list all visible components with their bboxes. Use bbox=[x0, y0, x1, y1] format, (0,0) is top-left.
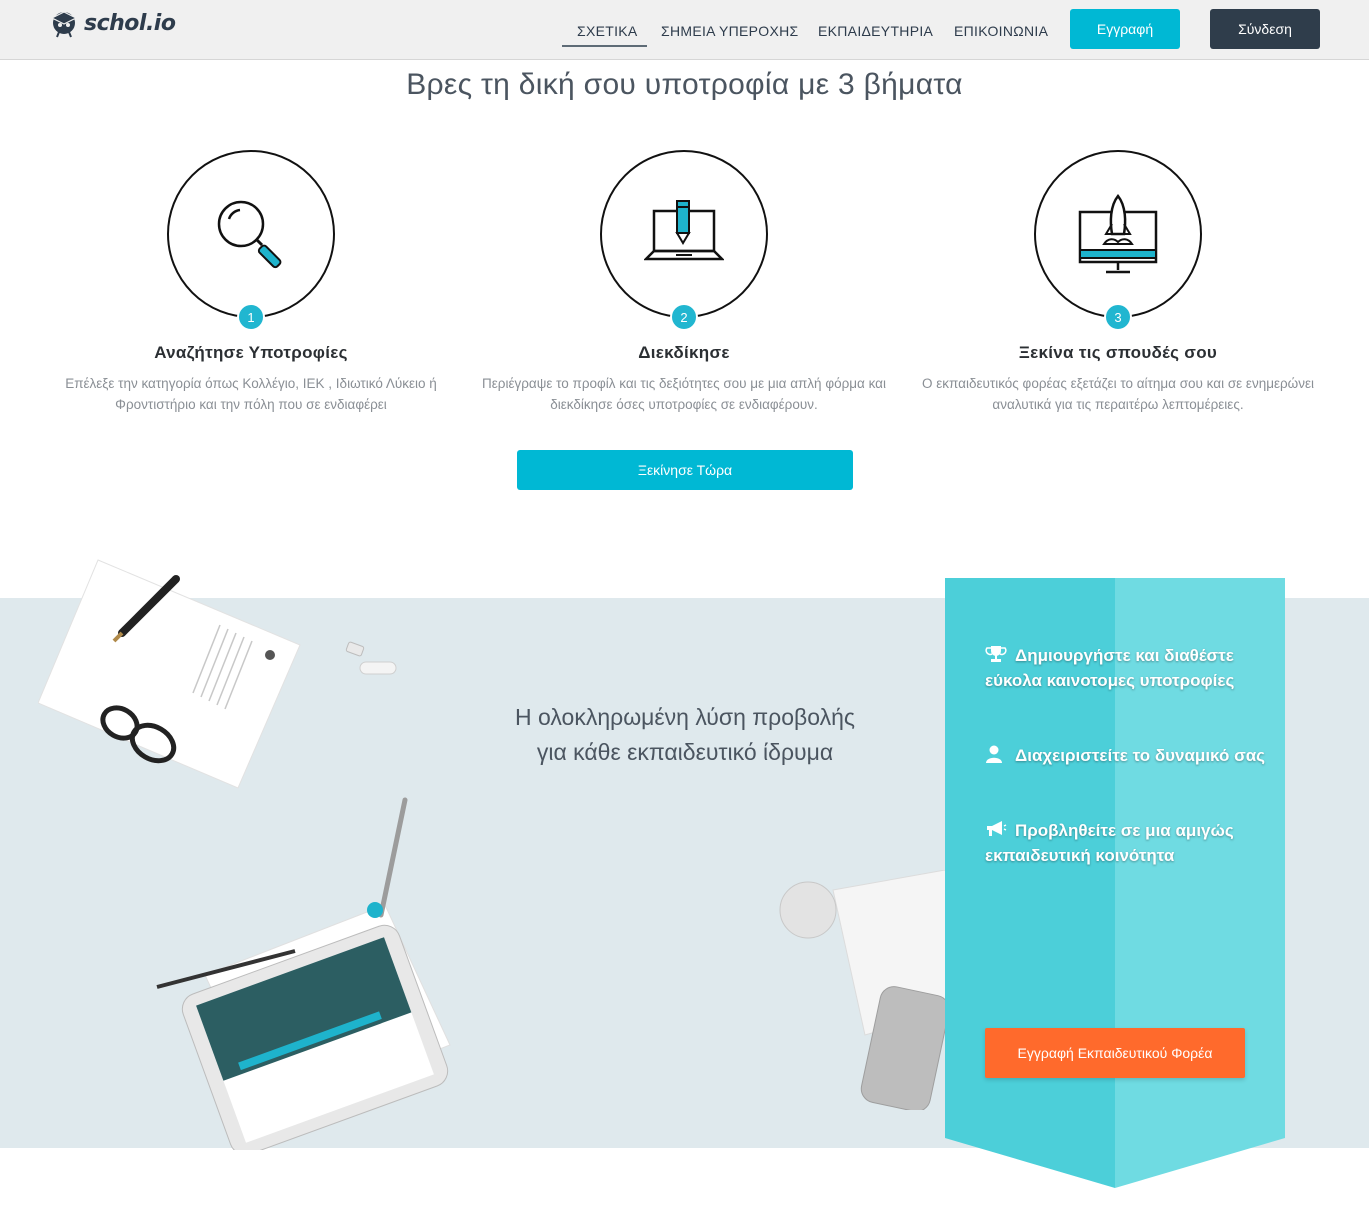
step-card: 3 Ξεκίνα τις σπουδές σου Ο εκπαιδευτικός… bbox=[908, 150, 1328, 415]
step-title: Αναζήτησε Υποτροφίες bbox=[154, 343, 348, 362]
step-number-badge: 3 bbox=[1104, 303, 1132, 331]
laptop-pencil-icon bbox=[644, 200, 724, 261]
graduation-cap-logo-icon bbox=[50, 11, 78, 38]
step-number-badge: 2 bbox=[670, 303, 698, 331]
search-icon bbox=[217, 200, 282, 269]
step-title: Διεκδίκησε bbox=[638, 343, 730, 362]
step-title: Ξεκίνα τις σπουδές σου bbox=[1018, 343, 1218, 362]
tablet-illustration bbox=[156, 797, 451, 1150]
login-button[interactable]: Σύνδεση bbox=[1210, 9, 1320, 49]
active-nav-underline bbox=[562, 45, 647, 47]
step-card: 2 Διεκδίκησε Περιέγραψε το προφίλ και τι… bbox=[474, 150, 894, 415]
steps-title: Βρες τη δική σου υποτροφία με 3 βήματα bbox=[406, 68, 963, 101]
document-with-pen-illustration bbox=[38, 559, 301, 789]
step-description: Επέλεξε την κατηγορία όπως Κολλέγιο, ΙΕΚ… bbox=[65, 376, 437, 412]
user-icon bbox=[986, 745, 1002, 763]
feature-item: Δημιουργήστε και διαθέστε εύκολα καινοτο… bbox=[985, 643, 1275, 693]
register-button[interactable]: Εγγραφή bbox=[1070, 9, 1180, 49]
brand-logo[interactable]: schol.io bbox=[50, 6, 176, 40]
promo-headline-line-2: για κάθε εκπαιδευτικό ίδρυμα bbox=[536, 739, 834, 765]
rocket-monitor-icon bbox=[1078, 193, 1158, 274]
trophy-icon bbox=[985, 646, 1007, 662]
nav-link-institutions[interactable]: ΕΚΠΑΙΔΕΥΤΗΡΙΑ bbox=[818, 23, 933, 39]
step-description: Ο εκπαιδευτικός φορέας εξετάζει το αίτημ… bbox=[922, 376, 1314, 412]
top-navbar: schol.io ΣΧΕΤΙΚΑ ΣΗΜΕΙΑ ΥΠΕΡΟΧΗΣ ΕΚΠΑΙΔΕ… bbox=[0, 0, 1369, 60]
step-circle: 3 bbox=[1034, 150, 1202, 331]
nav-link-about[interactable]: ΣΧΕΤΙΚΑ bbox=[577, 23, 638, 47]
page: schol.io ΣΧΕΤΙΚΑ ΣΗΜΕΙΑ ΥΠΕΡΟΧΗΣ ΕΚΠΑΙΔΕ… bbox=[0, 0, 1369, 1206]
start-now-button[interactable]: Ξεκίνησε Τώρα bbox=[517, 450, 853, 490]
step-circle: 2 bbox=[600, 150, 768, 331]
step-description: Περιέγραψε το προφίλ και τις δεξιότητες … bbox=[482, 376, 886, 412]
feature-text: Διαχειριστείτε το δυναμικό σας bbox=[1015, 746, 1265, 765]
promo-headline-line-1: Η ολοκληρωμένη λύση προβολής bbox=[515, 704, 855, 730]
feature-text: Δημιουργήστε και διαθέστε εύκολα καινοτο… bbox=[985, 646, 1235, 690]
feature-text: Προβληθείτε σε μια αμιγώς εκπαιδευτική κ… bbox=[985, 821, 1234, 865]
feature-item: Διαχειριστείτε το δυναμικό σας bbox=[985, 743, 1275, 768]
usb-drive-illustration bbox=[345, 641, 397, 675]
step-number-badge: 1 bbox=[237, 303, 265, 331]
nav-link-contact[interactable]: ΕΠΙΚΟΙΝΩΝΙΑ bbox=[954, 23, 1048, 39]
nav-link-advantages[interactable]: ΣΗΜΕΙΑ ΥΠΕΡΟΧΗΣ bbox=[661, 23, 798, 39]
institution-register-button[interactable]: Εγγραφή Εκπαιδευτικού Φορέα bbox=[985, 1028, 1245, 1078]
step-circle: 1 bbox=[167, 150, 335, 331]
promo-headline: Η ολοκληρωμένη λύση προβολής για κάθε εκ… bbox=[470, 700, 900, 770]
step-card: 1 Αναζήτησε Υποτροφίες Επέλεξε την κατηγ… bbox=[41, 150, 461, 415]
brand-name: schol.io bbox=[84, 10, 176, 36]
feature-item: Προβληθείτε σε μια αμιγώς εκπαιδευτική κ… bbox=[985, 818, 1275, 868]
megaphone-icon bbox=[987, 821, 1007, 836]
